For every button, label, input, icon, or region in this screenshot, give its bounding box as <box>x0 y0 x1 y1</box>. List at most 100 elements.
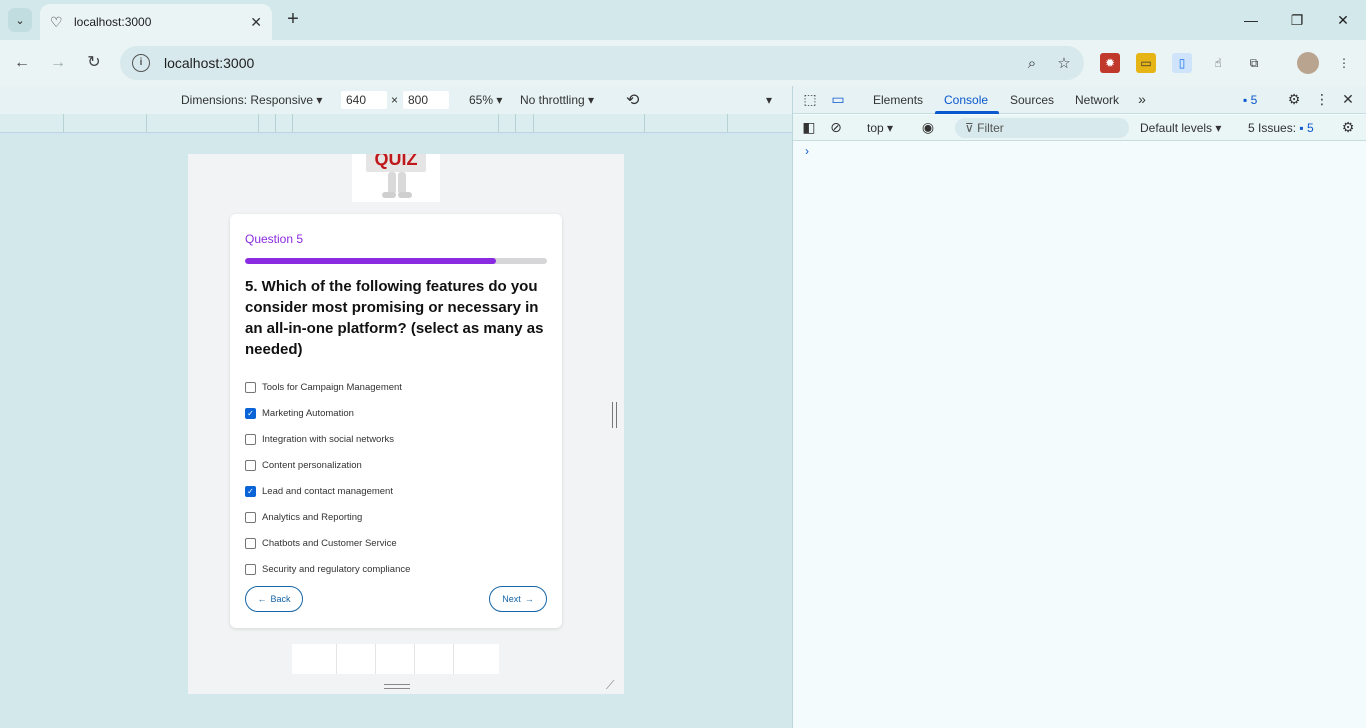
close-tab-icon[interactable]: ✕ <box>250 14 262 31</box>
settings-gear-icon[interactable]: ⚙ <box>1285 91 1303 108</box>
more-tabs-icon[interactable]: » <box>1133 91 1151 107</box>
arrow-left-icon: ← <box>257 594 267 604</box>
rotate-icon[interactable]: ⟲ <box>626 90 639 110</box>
checkbox[interactable] <box>245 433 256 445</box>
close-devtools-icon[interactable]: ✕ <box>1339 91 1357 108</box>
issues-label[interactable]: 5 Issues: ▪ 5 <box>1248 121 1314 135</box>
devtools-menu-icon[interactable]: ⋮ <box>1313 91 1331 108</box>
site-info-icon[interactable]: i <box>132 54 150 72</box>
back-arrow-icon[interactable]: ← <box>11 52 33 74</box>
width-input[interactable]: 640 <box>341 91 387 109</box>
sidebar-toggle-icon[interactable]: ◧ <box>800 119 818 136</box>
extension-blue-icon[interactable]: ▯ <box>1172 53 1192 73</box>
new-tab-button[interactable]: + <box>282 8 304 32</box>
address-bar[interactable]: i localhost:3000 ⌕ ☆ <box>120 46 1084 80</box>
option-label: Marketing Automation <box>262 407 354 419</box>
device-toggle-icon[interactable]: ▭ <box>829 91 847 108</box>
active-tab-indicator <box>935 111 999 114</box>
progress-fill <box>245 258 496 264</box>
console-prompt[interactable]: › <box>805 144 809 158</box>
back-button[interactable]: ← Back <box>245 586 303 612</box>
option-label: Content personalization <box>262 459 362 471</box>
question-card: Question 5 5. Which of the following fea… <box>230 214 562 628</box>
menu-kebab-icon[interactable]: ⋮ <box>1334 53 1354 73</box>
tab-search-button[interactable]: ⌄ <box>8 8 32 32</box>
levels-select[interactable]: Default levels ▾ <box>1140 121 1221 135</box>
option-item[interactable]: Analytics and Reporting <box>245 504 545 530</box>
dimensions-select[interactable]: Dimensions: Responsive ▾ <box>181 93 322 107</box>
quiz-logo-text: QUIZ <box>366 154 426 172</box>
tab-sources[interactable]: Sources <box>1010 93 1054 107</box>
checkbox[interactable] <box>245 563 256 575</box>
console-settings-icon[interactable]: ⚙ <box>1339 119 1357 136</box>
option-label: Chatbots and Customer Service <box>262 537 397 549</box>
tab-network[interactable]: Network <box>1075 93 1119 107</box>
option-item[interactable]: Content personalization <box>245 452 545 478</box>
progress-bar <box>245 258 547 264</box>
extensions-puzzle-icon[interactable]: ⧉ <box>1244 53 1264 73</box>
height-input[interactable]: 800 <box>403 91 449 109</box>
zoom-icon[interactable]: ⌕ <box>1020 55 1044 72</box>
checkbox[interactable] <box>245 459 256 471</box>
tab-console[interactable]: Console <box>944 93 988 107</box>
clear-console-icon[interactable]: ⊘ <box>827 119 845 136</box>
browser-tab[interactable]: ♡ localhost:3000 ✕ <box>40 4 272 40</box>
close-window-button[interactable]: ✕ <box>1331 8 1355 32</box>
checkbox[interactable] <box>245 381 256 393</box>
option-item[interactable]: ✓ Lead and contact management <box>245 478 545 504</box>
dimension-separator: × <box>391 93 399 107</box>
filter-funnel-icon: ⊽ <box>965 121 978 135</box>
extension-red-icon[interactable]: ✹ <box>1100 53 1120 73</box>
filter-input[interactable]: ⊽ Filter <box>955 118 1129 138</box>
tab-elements[interactable]: Elements <box>873 93 923 107</box>
next-button[interactable]: Next → <box>489 586 547 612</box>
messages-badge[interactable]: ▪ 5 <box>1243 93 1257 107</box>
resize-corner-icon[interactable]: ⟋ <box>606 678 620 692</box>
option-item[interactable]: Tools for Campaign Management <box>245 374 545 400</box>
bookmark-star-icon[interactable]: ☆ <box>1052 54 1076 72</box>
minimize-button[interactable]: — <box>1239 8 1263 32</box>
throttling-select[interactable]: No throttling ▾ <box>520 93 594 107</box>
media-query-ruler[interactable] <box>0 114 792 133</box>
tab-strip: ⌄ ♡ localhost:3000 ✕ + — ❐ ✕ <box>0 0 1366 40</box>
eye-icon[interactable]: ◉ <box>919 119 937 136</box>
option-label: Analytics and Reporting <box>262 511 363 523</box>
option-label: Integration with social networks <box>262 433 395 445</box>
reload-icon[interactable]: ↻ <box>83 52 105 74</box>
question-text: 5. Which of the following features do yo… <box>245 278 544 358</box>
profile-avatar[interactable] <box>1297 52 1319 74</box>
option-label: Security and regulatory compliance <box>262 563 411 575</box>
option-item[interactable]: ✓ Marketing Automation <box>245 400 545 426</box>
option-label: Tools for Campaign Management <box>262 381 402 393</box>
emulated-page: QUIZ Question 5 5. Which of the followin… <box>188 154 624 694</box>
footer-boxes <box>292 644 499 674</box>
globe-icon: ♡ <box>50 14 63 30</box>
options-list: Tools for Campaign Management ✓ Marketing… <box>245 374 545 582</box>
option-item[interactable]: Chatbots and Customer Service <box>245 530 545 556</box>
console-toolbar: ◧ ⊘ top ▾ ◉ ⊽ Filter Default levels ▾ 5 … <box>793 115 1366 141</box>
checkbox[interactable] <box>245 537 256 549</box>
inspect-element-icon[interactable]: ⬚ <box>801 91 819 108</box>
tab-title: localhost:3000 <box>74 15 152 29</box>
checkbox[interactable] <box>245 511 256 523</box>
checkbox-checked[interactable]: ✓ <box>245 407 256 419</box>
url-text[interactable]: localhost:3000 <box>164 55 1020 71</box>
forward-arrow-icon[interactable]: → <box>47 52 69 74</box>
browser-toolbar: ← → ↻ i localhost:3000 ⌕ ☆ ✹ ▭ ▯ ☝ ⧉ ⋮ <box>0 40 1366 86</box>
resize-handle-right[interactable] <box>612 402 617 428</box>
option-label: Lead and contact management <box>262 485 393 497</box>
quiz-logo-image: QUIZ <box>352 154 440 202</box>
option-item[interactable]: Integration with social networks <box>245 426 545 452</box>
arrow-right-icon: → <box>524 594 534 604</box>
question-number: Question 5 <box>245 232 304 246</box>
resize-handle-bottom[interactable] <box>384 684 410 689</box>
devtools-tabs: ⬚ ▭ Elements Console Sources Network » ▪… <box>793 86 1366 114</box>
checkbox-checked[interactable]: ✓ <box>245 485 256 497</box>
device-more-icon[interactable]: ▾ <box>766 93 772 107</box>
extension-yellow-icon[interactable]: ▭ <box>1136 53 1156 73</box>
restore-button[interactable]: ❐ <box>1285 8 1309 32</box>
zoom-select[interactable]: 65% ▾ <box>469 93 502 107</box>
option-item[interactable]: Security and regulatory compliance <box>245 556 545 582</box>
context-select[interactable]: top ▾ <box>867 121 893 135</box>
extension-hand-icon[interactable]: ☝ <box>1208 53 1228 73</box>
